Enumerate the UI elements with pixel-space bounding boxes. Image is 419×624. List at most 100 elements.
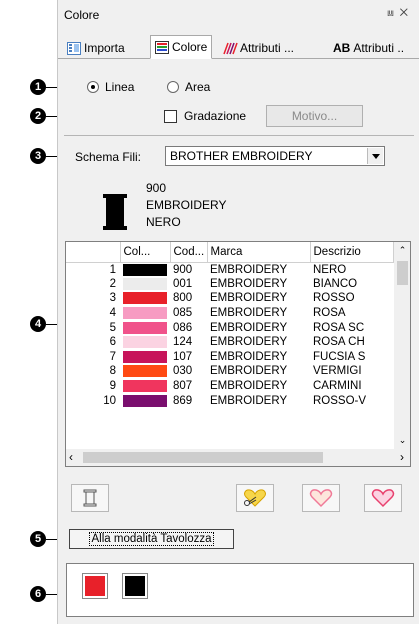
spool-button[interactable] (71, 484, 109, 512)
row-index: 7 (109, 350, 116, 363)
cut-color-button[interactable] (236, 484, 274, 512)
current-thread-info: 900 EMBROIDERY NERO (146, 180, 226, 231)
heart-icon (371, 489, 395, 508)
row-brand: EMBROIDERY (210, 336, 288, 349)
table-row[interactable]: 5 086 EMBROIDERY ROSA SC (66, 320, 393, 335)
tab-text-attributes[interactable]: AB Attributi .. (328, 37, 409, 59)
callout-5: 5 (30, 531, 46, 547)
color-swatch (123, 321, 167, 334)
hscroll-thumb[interactable] (83, 452, 323, 463)
row-index: 9 (109, 380, 116, 393)
row-description: ROSA CH (313, 336, 365, 349)
table-row[interactable]: 1 900 EMBROIDERY NERO (66, 262, 393, 277)
callout-6: 6 (30, 586, 46, 602)
row-description: FUCSIA S (313, 350, 366, 363)
row-brand: EMBROIDERY (210, 292, 288, 305)
scroll-thumb[interactable] (397, 261, 408, 285)
outline-heart-icon (309, 489, 333, 508)
tab-importa[interactable]: Importa (62, 37, 130, 59)
thread-table[interactable]: Col... Cod... Marca Descrizio 1 900 EMBROI… (65, 241, 411, 467)
row-code: 085 (173, 307, 193, 320)
scroll-down-icon[interactable]: ⌄ (394, 432, 410, 449)
row-color (120, 306, 170, 321)
row-description: BIANCO (313, 277, 358, 290)
row-description: NERO (313, 263, 347, 276)
row-brand: EMBROIDERY (210, 277, 288, 290)
row-code: 800 (173, 292, 193, 305)
import-icon (67, 41, 81, 55)
thread-chart-select[interactable]: BROTHER EMBROIDERY (165, 146, 385, 166)
callout-1: 1 (30, 79, 46, 95)
row-code: 001 (173, 277, 193, 290)
gradient-check[interactable] (164, 109, 177, 123)
mode-radio-area[interactable]: Area (167, 80, 210, 94)
current-thread-code: 900 (146, 181, 167, 195)
col-header-brand[interactable]: Marca (207, 242, 311, 263)
col-header-code[interactable]: Cod... (170, 242, 208, 263)
col-header-index[interactable] (66, 242, 121, 263)
scroll-right-icon[interactable]: › (400, 450, 404, 464)
tab-stitch-attributes[interactable]: Attributi ... (218, 37, 299, 59)
color-icon (155, 40, 169, 54)
titlebar-buttons: ⩏✕ (387, 7, 414, 20)
color-swatch (123, 263, 167, 276)
color-swatch (123, 336, 167, 349)
row-brand: EMBROIDERY (210, 321, 288, 334)
table-horizontal-scrollbar[interactable]: ‹ › (66, 449, 410, 466)
tab-colore-label: Colore (172, 40, 208, 54)
table-row[interactable]: 10 869 EMBROIDERY ROSSO-V (66, 393, 393, 408)
radio-linea[interactable] (87, 81, 99, 93)
table-row[interactable]: 8 030 EMBROIDERY VERMIGI (66, 364, 393, 379)
row-brand: EMBROIDERY (210, 394, 288, 407)
row-code: 124 (173, 336, 193, 349)
tab-colore[interactable]: Colore (150, 35, 213, 59)
row-brand: EMBROIDERY (210, 307, 288, 320)
row-color (120, 262, 170, 277)
fill-color-button[interactable] (364, 484, 402, 512)
color-swatch (123, 365, 167, 378)
pin-icon[interactable]: ⩏ (387, 7, 399, 19)
mode-radio-linea[interactable]: Linea (87, 80, 134, 94)
table-row[interactable]: 9 807 EMBROIDERY CARMINI (66, 379, 393, 394)
row-description: ROSSO (313, 292, 355, 305)
color-panel: Colore ⩏✕ Importa Colore Attributi ... A… (57, 0, 419, 624)
table-vertical-scrollbar[interactable]: ⌃ ⌄ (394, 242, 410, 449)
row-index: 3 (109, 292, 116, 305)
row-code: 086 (173, 321, 193, 334)
tab-strip: Importa Colore Attributi ... AB Attribut… (58, 35, 419, 59)
recent-color-1[interactable] (82, 573, 108, 599)
scroll-up-icon[interactable]: ⌃ (394, 242, 410, 259)
row-color (120, 335, 170, 350)
row-color (120, 393, 170, 408)
radio-area[interactable] (167, 81, 179, 93)
table-row[interactable]: 6 124 EMBROIDERY ROSA CH (66, 335, 393, 350)
table-row[interactable]: 7 107 EMBROIDERY FUCSIA S (66, 350, 393, 365)
panel-title: Colore (64, 8, 100, 22)
col-header-description[interactable]: Descrizio (310, 242, 394, 263)
recent-color-2[interactable] (122, 573, 148, 599)
table-row[interactable]: 2 001 EMBROIDERY BIANCO (66, 277, 393, 292)
tab-stitch-attributes-label: Attributi ... (240, 41, 295, 55)
row-index: 1 (109, 263, 116, 276)
row-description: ROSSO-V (313, 394, 367, 407)
col-header-color[interactable]: Col... (120, 242, 171, 263)
chevron-down-icon[interactable] (367, 148, 383, 164)
thread-chart-value: BROTHER EMBROIDERY (170, 149, 313, 163)
close-icon[interactable]: ✕ (400, 7, 414, 19)
row-brand: EMBROIDERY (210, 365, 288, 378)
table-row[interactable]: 4 085 EMBROIDERY ROSA (66, 306, 393, 321)
gradient-checkbox[interactable]: Gradazione (164, 109, 246, 123)
table-row[interactable]: 3 800 EMBROIDERY ROSSO (66, 291, 393, 306)
thread-table-grid: Col... Cod... Marca Descrizio 1 900 EMBROI… (66, 242, 394, 408)
outline-color-button[interactable] (302, 484, 340, 512)
scroll-left-icon[interactable]: ‹ (69, 450, 73, 464)
row-color (120, 379, 170, 394)
row-color (120, 277, 170, 292)
scissors-heart-icon (244, 489, 266, 507)
row-brand: EMBROIDERY (210, 380, 288, 393)
palette-mode-button[interactable]: Alla modalità Tavolozza (69, 529, 234, 549)
pattern-button[interactable]: Motivo... (266, 105, 363, 127)
color-swatch (123, 292, 167, 305)
color-swatch (123, 394, 167, 407)
current-thread-brand: EMBROIDERY (146, 198, 227, 212)
